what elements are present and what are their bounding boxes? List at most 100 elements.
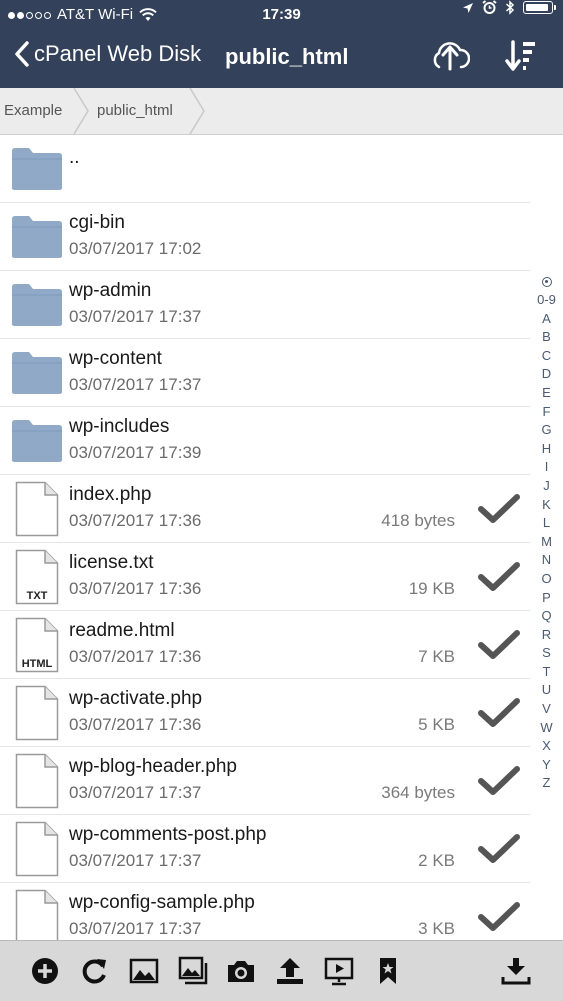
alphabet-index-letter[interactable]: P [530, 589, 563, 608]
file-size: 7 KB [418, 647, 455, 666]
checkmark-icon[interactable] [478, 901, 520, 933]
file-date: 03/07/2017 17:36 [69, 647, 202, 666]
back-button[interactable]: cPanel Web Disk [14, 40, 201, 68]
alphabet-index-letter[interactable]: X [530, 737, 563, 756]
folder-row[interactable]: cgi-bin 03/07/2017 17:02 [0, 203, 530, 271]
file-size: 364 bytes [381, 783, 455, 802]
file-size: 19 KB [408, 579, 455, 598]
cloud-upload-icon[interactable] [430, 36, 470, 76]
folder-icon [12, 352, 62, 394]
alphabet-index-letter[interactable]: Z [530, 774, 563, 793]
alarm-icon [482, 0, 497, 14]
file-size: 2 KB [418, 851, 455, 870]
gallery-icon[interactable] [177, 955, 209, 987]
alphabet-index-letter[interactable]: L [530, 514, 563, 533]
file-row[interactable]: wp-comments-post.php 03/07/2017 17:37 2 KB [0, 815, 530, 883]
checkmark-icon[interactable] [478, 833, 520, 865]
file-type-badge: TXT [27, 590, 48, 602]
file-name: wp-blog-header.php [69, 756, 237, 777]
alphabet-index-letter[interactable]: G [530, 421, 563, 440]
file-date: 03/07/2017 17:37 [69, 851, 202, 870]
alphabet-index-letter[interactable]: K [530, 496, 563, 515]
download-icon[interactable] [500, 955, 532, 987]
alphabet-index-letter[interactable]: H [530, 440, 563, 459]
alphabet-index-letter[interactable]: 0-9 [530, 291, 563, 310]
alphabet-index-letter[interactable]: I [530, 458, 563, 477]
file-row[interactable]: wp-activate.php 03/07/2017 17:36 5 KB [0, 679, 530, 747]
document-icon [15, 821, 59, 877]
bookmark-icon[interactable] [372, 955, 404, 987]
chevron-left-icon [15, 41, 29, 67]
file-name: cgi-bin [69, 212, 125, 233]
alphabet-index-letter[interactable]: R [530, 626, 563, 645]
file-size: 418 bytes [381, 511, 455, 530]
upload-icon[interactable] [274, 955, 306, 987]
slideshow-icon[interactable] [323, 955, 355, 987]
sort-icon[interactable] [503, 38, 539, 74]
folder-row[interactable]: .. [0, 135, 530, 203]
alphabet-index-letter[interactable]: J [530, 477, 563, 496]
file-row[interactable]: HTML readme.html 03/07/2017 17:36 7 KB [0, 611, 530, 679]
file-row[interactable]: TXT license.txt 03/07/2017 17:36 19 KB [0, 543, 530, 611]
file-name: readme.html [69, 620, 175, 641]
alphabet-index-letter[interactable]: S [530, 644, 563, 663]
checkmark-icon[interactable] [478, 493, 520, 525]
image-icon[interactable] [128, 955, 160, 987]
file-size: 3 KB [418, 919, 455, 938]
status-right [462, 0, 556, 15]
alphabet-index-letter[interactable]: T [530, 663, 563, 682]
alphabet-index-letter[interactable]: D [530, 365, 563, 384]
alphabet-index-letter[interactable]: F [530, 403, 563, 422]
folder-row[interactable]: wp-content 03/07/2017 17:37 [0, 339, 530, 407]
refresh-icon[interactable] [78, 955, 110, 987]
breadcrumb-item-example[interactable]: Example [0, 88, 62, 134]
alphabet-index-letter[interactable]: Q [530, 607, 563, 626]
alphabet-index[interactable]: 0-9 A B C D E F G H I J K L M N O P Q R S T U V W X Y Z [530, 277, 563, 793]
alphabet-index-letter[interactable]: U [530, 681, 563, 700]
alphabet-index-letter[interactable]: V [530, 700, 563, 719]
alphabet-index-letter[interactable]: N [530, 551, 563, 570]
top-bar: AT&T Wi-Fi 17:39 cPanel Web Disk public_… [0, 0, 563, 88]
breadcrumb-separator-icon [189, 88, 205, 134]
bottom-toolbar [0, 940, 563, 1001]
alphabet-index-letter[interactable]: O [530, 570, 563, 589]
checkmark-icon[interactable] [478, 765, 520, 797]
folder-icon [12, 148, 62, 190]
file-date: 03/07/2017 17:39 [69, 443, 202, 462]
alphabet-index-letter[interactable]: W [530, 719, 563, 738]
breadcrumb: Example public_html [0, 88, 563, 135]
document-icon [15, 753, 59, 809]
camera-icon[interactable] [225, 955, 257, 987]
file-list: .. cgi-bin 03/07/2017 17:02 wp-admin 03/07/2… [0, 135, 530, 951]
document-icon [15, 685, 59, 741]
alphabet-index-letter[interactable]: E [530, 384, 563, 403]
alphabet-index-letter[interactable]: M [530, 533, 563, 552]
file-name: index.php [69, 484, 152, 505]
battery-icon [523, 1, 556, 14]
alphabet-index-letter[interactable]: Y [530, 756, 563, 775]
checkmark-icon[interactable] [478, 561, 520, 593]
file-row[interactable]: index.php 03/07/2017 17:36 418 bytes [0, 475, 530, 543]
file-date: 03/07/2017 17:37 [69, 783, 202, 802]
breadcrumb-item-public-html[interactable]: public_html [93, 88, 173, 134]
document-icon [15, 481, 59, 537]
bluetooth-icon [505, 0, 515, 15]
add-icon[interactable] [29, 955, 61, 987]
folder-row[interactable]: wp-includes 03/07/2017 17:39 [0, 407, 530, 475]
location-arrow-icon [463, 2, 473, 13]
checkmark-icon[interactable] [478, 629, 520, 661]
index-search-icon[interactable] [541, 277, 552, 287]
alphabet-index-letter[interactable]: A [530, 310, 563, 329]
checkmark-icon[interactable] [478, 697, 520, 729]
file-row[interactable]: wp-blog-header.php 03/07/2017 17:37 364 by… [0, 747, 530, 815]
file-date: 03/07/2017 17:37 [69, 307, 202, 326]
file-date: 03/07/2017 17:36 [69, 579, 202, 598]
folder-row[interactable]: wp-admin 03/07/2017 17:37 [0, 271, 530, 339]
file-name: wp-config-sample.php [69, 892, 255, 913]
alphabet-index-letter[interactable]: C [530, 347, 563, 366]
file-name: wp-activate.php [69, 688, 203, 709]
document-icon: TXT [15, 549, 59, 605]
alphabet-index-letter[interactable]: B [530, 328, 563, 347]
file-date: 03/07/2017 17:37 [69, 919, 202, 938]
document-icon [15, 889, 59, 945]
